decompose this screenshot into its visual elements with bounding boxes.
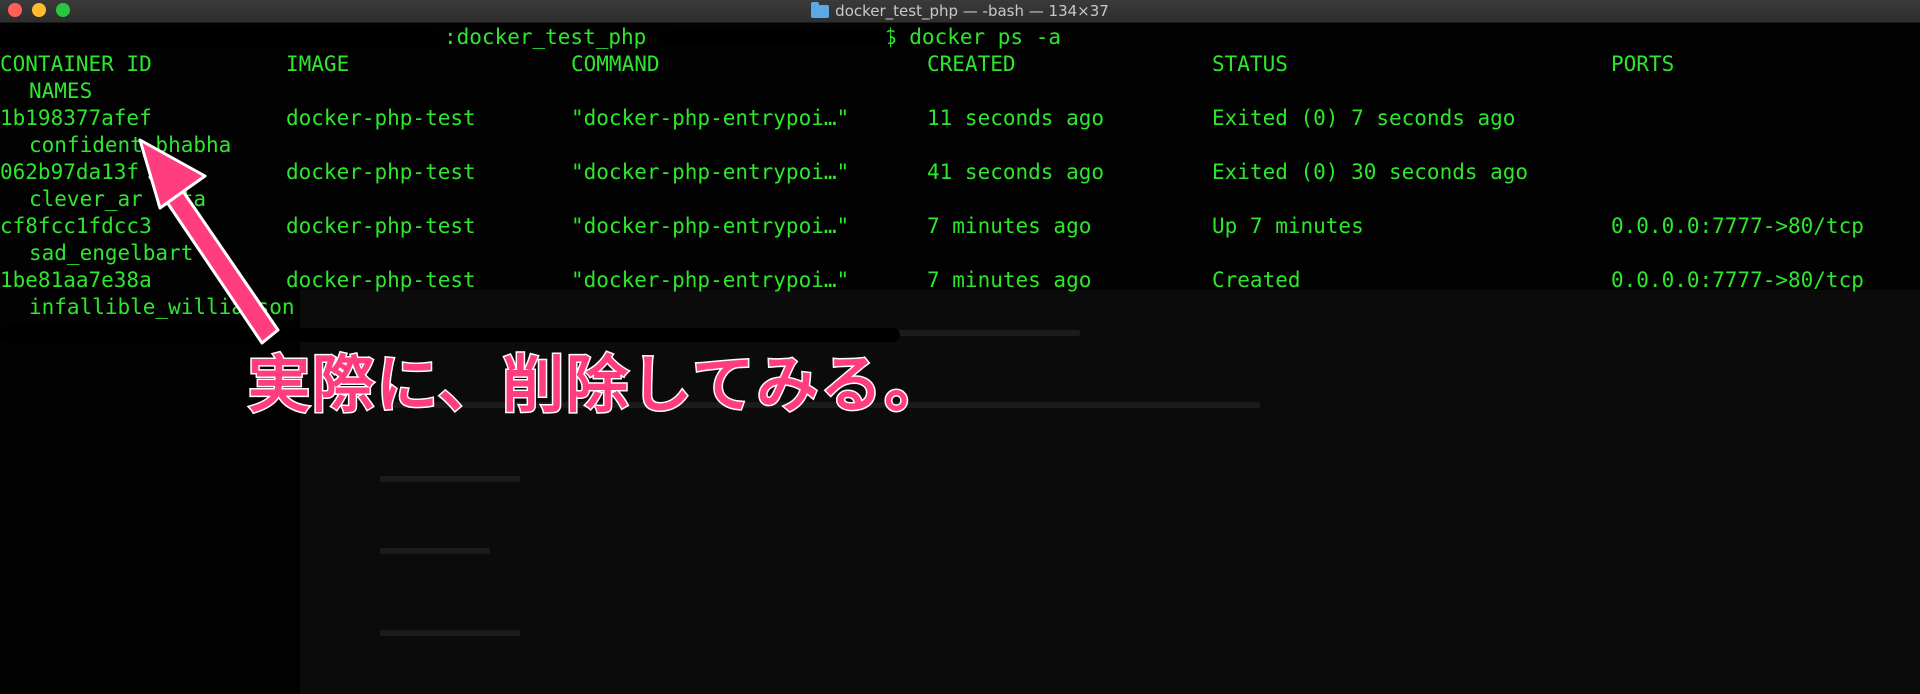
image-cell: docker-php-test xyxy=(286,268,476,292)
command-cell: "docker-php-entrypoi…" xyxy=(571,214,850,238)
redaction-mark xyxy=(0,28,440,48)
image-cell: docker-php-test xyxy=(286,214,476,238)
status-cell: Created xyxy=(1212,268,1301,292)
container-id-cell: 1be81aa7e38a xyxy=(0,268,152,292)
created-cell: 11 seconds ago xyxy=(927,106,1105,130)
redaction-mark xyxy=(0,325,260,343)
header-container-id: CONTAINER ID xyxy=(0,52,152,76)
status-cell: Exited (0) 7 seconds ago xyxy=(1212,106,1516,130)
table-row-name: sad_engelbart xyxy=(0,240,193,267)
image-cell: docker-php-test xyxy=(286,106,476,130)
header-command: COMMAND xyxy=(571,52,660,76)
command-cell: "docker-php-entrypoi…" xyxy=(571,106,850,130)
ports-cell: 0.0.0.0:7777->80/tcp xyxy=(1611,214,1864,238)
header-created: CREATED xyxy=(927,52,1016,76)
table-row-name: infallible_williamson xyxy=(0,294,295,321)
container-id-cell: cf8fcc1fdcc3 xyxy=(0,214,152,238)
terminal-window: docker_test_php — -bash — 134×37 :docker… xyxy=(0,0,1920,694)
header-image: IMAGE xyxy=(286,52,350,76)
table-row: 1be81aa7e38a docker-php-test "docker-php… xyxy=(0,267,1920,294)
folder-icon xyxy=(811,2,830,18)
title-bar[interactable]: docker_test_php — -bash — 134×37 xyxy=(0,0,1920,23)
window-title: docker_test_php — -bash — 134×37 xyxy=(0,0,1920,22)
created-cell: 7 minutes ago xyxy=(927,214,1092,238)
status-cell: Up 7 minutes xyxy=(1212,214,1364,238)
container-name-cell: clever_ar hata xyxy=(29,187,207,211)
image-cell: docker-php-test xyxy=(286,160,476,184)
table-row: cf8fcc1fdcc3 docker-php-test "docker-php… xyxy=(0,213,1920,240)
table-row-name: clever_ar hata xyxy=(0,186,206,213)
window-title-text: docker_test_php — -bash — 134×37 xyxy=(835,2,1109,20)
table-row: 1b198377afef docker-php-test "docker-php… xyxy=(0,105,1920,132)
command-cell: "docker-php-entrypoi…" xyxy=(571,160,850,184)
header-status: STATUS xyxy=(1212,52,1288,76)
created-cell: 7 minutes ago xyxy=(927,268,1092,292)
table-row-name: confident_bhabha xyxy=(0,132,231,159)
prompt-directory: :docker_test_php xyxy=(444,25,647,49)
container-id-cell: 062b97da13f xyxy=(0,160,140,184)
table-header-names: NAMES xyxy=(0,78,92,105)
container-name-cell: confident_bhabha xyxy=(29,133,232,157)
redaction-mark xyxy=(660,30,890,46)
annotation-caption: 実際に、削除してみる。 xyxy=(246,347,949,423)
command-cell: "docker-php-entrypoi…" xyxy=(571,268,850,292)
container-id-cell: 1b198377afef xyxy=(0,106,152,130)
created-cell: 41 seconds ago xyxy=(927,160,1105,184)
header-ports: PORTS xyxy=(1611,52,1675,76)
container-name-cell: sad_engelbart xyxy=(29,241,194,265)
header-names: NAMES xyxy=(29,79,93,103)
container-name-cell: infallible_williamson xyxy=(29,295,295,319)
table-row: 062b97da13f docker-php-test "docker-php-… xyxy=(0,159,1920,186)
table-header: CONTAINER ID IMAGE COMMAND CREATED STATU… xyxy=(0,51,1920,78)
ports-cell: 0.0.0.0:7777->80/tcp xyxy=(1611,268,1864,292)
prompt-command: $ docker ps -a xyxy=(884,25,1062,49)
status-cell: Exited (0) 30 seconds ago xyxy=(1212,160,1529,184)
